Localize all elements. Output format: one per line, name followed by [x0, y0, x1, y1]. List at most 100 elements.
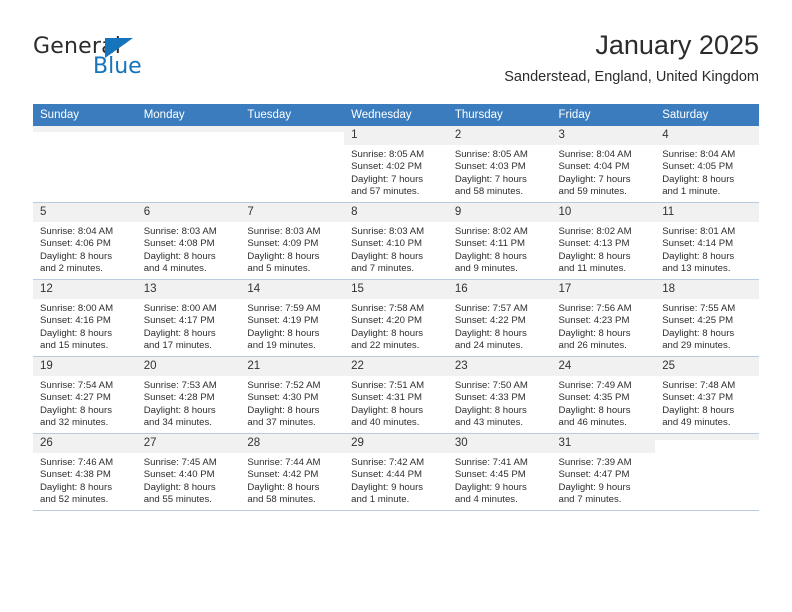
daylight-duration-line1: Daylight: 8 hours: [40, 481, 112, 493]
calendar-day-cell[interactable]: 23 Sunrise: 7:50 AM Sunset: 4:33 PM Dayligh…: [447, 356, 552, 434]
calendar-day-cell[interactable]: 6 Sunrise: 8:03 AM Sunset: 4:08 PM Daylight…: [136, 202, 241, 280]
calendar-day-cell[interactable]: 30 Sunrise: 7:41 AM Sunset: 4:45 PM Dayligh…: [447, 433, 552, 511]
calendar-day-cell[interactable]: 10 Sunrise: 8:02 AM Sunset: 4:13 PM Dayligh…: [551, 202, 656, 280]
sunset-time: Sunset: 4:02 PM: [351, 161, 423, 173]
daylight-duration-line2: and 40 minutes.: [351, 417, 420, 429]
calendar-day-cell[interactable]: 31 Sunrise: 7:39 AM Sunset: 4:47 PM Dayligh…: [551, 433, 656, 511]
weekday-header-tuesday: Tuesday: [240, 104, 345, 126]
day-cell-inner: 24 Sunrise: 7:49 AM Sunset: 4:35 PM Dayligh…: [551, 357, 656, 433]
day-details: Sunrise: 7:46 AM Sunset: 4:38 PM Daylight:…: [33, 453, 137, 507]
day-number: 6: [136, 203, 241, 222]
daylight-duration-line2: and 15 minutes.: [40, 340, 109, 352]
day-details: Sunrise: 7:50 AM Sunset: 4:33 PM Daylight:…: [448, 376, 552, 430]
weekday-header-monday: Monday: [136, 104, 241, 126]
day-cell-inner: 20 Sunrise: 7:53 AM Sunset: 4:28 PM Dayligh…: [136, 357, 241, 433]
calendar-day-cell[interactable]: 11 Sunrise: 8:01 AM Sunset: 4:14 PM Dayligh…: [655, 202, 759, 280]
calendar-day-cell[interactable]: 9 Sunrise: 8:02 AM Sunset: 4:11 PM Daylight…: [447, 202, 552, 280]
calendar-day-cell[interactable]: 3 Sunrise: 8:04 AM Sunset: 4:04 PM Daylight…: [551, 126, 656, 203]
day-cell-inner: 26 Sunrise: 7:46 AM Sunset: 4:38 PM Dayligh…: [33, 434, 137, 510]
logo-text-blue: Blue: [93, 54, 142, 79]
daylight-duration-line1: Daylight: 8 hours: [558, 327, 631, 339]
sunset-time: Sunset: 4:06 PM: [40, 238, 111, 250]
day-details: Sunrise: 8:04 AM Sunset: 4:04 PM Daylight:…: [552, 145, 656, 199]
sunrise-time: Sunrise: 8:00 AM: [40, 303, 114, 314]
weekday-header-friday: Friday: [551, 104, 656, 126]
daylight-duration-line1: Daylight: 8 hours: [454, 404, 527, 416]
daylight-duration-line1: Daylight: 8 hours: [662, 173, 735, 185]
day-details: Sunrise: 7:59 AM Sunset: 4:19 PM Daylight:…: [240, 299, 344, 353]
calendar-day-cell[interactable]: 15 Sunrise: 7:58 AM Sunset: 4:20 PM Dayligh…: [344, 279, 448, 357]
sunset-time: Sunset: 4:23 PM: [558, 315, 630, 327]
sunset-time: Sunset: 4:10 PM: [351, 238, 423, 250]
day-details: Sunrise: 7:49 AM Sunset: 4:35 PM Daylight:…: [552, 376, 656, 430]
calendar-day-cell[interactable]: 19 Sunrise: 7:54 AM Sunset: 4:27 PM Dayligh…: [33, 356, 137, 434]
day-details: Sunrise: 8:03 AM Sunset: 4:10 PM Daylight:…: [344, 222, 448, 276]
calendar-day-cell[interactable]: 20 Sunrise: 7:53 AM Sunset: 4:28 PM Dayligh…: [136, 356, 241, 434]
day-cell-inner: 23 Sunrise: 7:50 AM Sunset: 4:33 PM Dayligh…: [447, 357, 552, 433]
day-cell-inner: 13 Sunrise: 8:00 AM Sunset: 4:17 PM Dayligh…: [136, 280, 241, 356]
calendar-day-cell-empty: [136, 126, 241, 203]
sunrise-time: Sunrise: 8:05 AM: [454, 149, 528, 160]
day-cell-inner: 17 Sunrise: 7:56 AM Sunset: 4:23 PM Dayligh…: [551, 280, 656, 356]
calendar-day-cell[interactable]: 13 Sunrise: 8:00 AM Sunset: 4:17 PM Dayligh…: [136, 279, 241, 357]
calendar-day-cell[interactable]: 26 Sunrise: 7:46 AM Sunset: 4:38 PM Dayligh…: [33, 433, 137, 511]
sunrise-time: Sunrise: 7:41 AM: [454, 457, 528, 468]
daylight-duration-line1: Daylight: 8 hours: [40, 250, 112, 262]
sunset-time: Sunset: 4:13 PM: [558, 238, 630, 250]
day-number: 28: [240, 434, 345, 453]
daylight-duration-line1: Daylight: 8 hours: [558, 250, 631, 262]
calendar-day-cell[interactable]: 29 Sunrise: 7:42 AM Sunset: 4:44 PM Dayligh…: [344, 433, 448, 511]
day-cell-inner: 2 Sunrise: 8:05 AM Sunset: 4:03 PM Daylight…: [447, 126, 552, 202]
calendar-day-cell[interactable]: 21 Sunrise: 7:52 AM Sunset: 4:30 PM Dayligh…: [240, 356, 345, 434]
day-details: Sunrise: 8:04 AM Sunset: 4:06 PM Daylight:…: [33, 222, 137, 276]
daylight-duration-line1: Daylight: 8 hours: [558, 404, 631, 416]
calendar-day-cell[interactable]: 5 Sunrise: 8:04 AM Sunset: 4:06 PM Daylight…: [33, 202, 137, 280]
daylight-duration-line1: Daylight: 8 hours: [143, 250, 216, 262]
day-number: [136, 126, 241, 132]
sunrise-sunset-calendar: Sunday Monday Tuesday Wednesday Thursday…: [33, 104, 759, 511]
sunset-time: Sunset: 4:37 PM: [662, 392, 734, 404]
calendar-day-cell[interactable]: 16 Sunrise: 7:57 AM Sunset: 4:22 PM Dayligh…: [447, 279, 552, 357]
daylight-duration-line2: and 1 minute.: [351, 494, 410, 506]
day-details: Sunrise: 7:53 AM Sunset: 4:28 PM Daylight:…: [137, 376, 241, 430]
calendar-day-cell[interactable]: 22 Sunrise: 7:51 AM Sunset: 4:31 PM Dayligh…: [344, 356, 448, 434]
sunset-time: Sunset: 4:17 PM: [143, 315, 215, 327]
calendar-day-cell[interactable]: 14 Sunrise: 7:59 AM Sunset: 4:19 PM Dayligh…: [240, 279, 345, 357]
day-number: [33, 126, 137, 132]
calendar-day-cell[interactable]: 28 Sunrise: 7:44 AM Sunset: 4:42 PM Dayligh…: [240, 433, 345, 511]
calendar-day-cell[interactable]: 8 Sunrise: 8:03 AM Sunset: 4:10 PM Daylight…: [344, 202, 448, 280]
day-cell-inner: 9 Sunrise: 8:02 AM Sunset: 4:11 PM Daylight…: [447, 203, 552, 279]
calendar-day-cell[interactable]: 2 Sunrise: 8:05 AM Sunset: 4:03 PM Daylight…: [447, 126, 552, 203]
calendar-day-cell[interactable]: 17 Sunrise: 7:56 AM Sunset: 4:23 PM Dayligh…: [551, 279, 656, 357]
calendar-day-cell[interactable]: 1 Sunrise: 8:05 AM Sunset: 4:02 PM Daylight…: [344, 126, 448, 203]
calendar-day-cell[interactable]: 24 Sunrise: 7:49 AM Sunset: 4:35 PM Dayligh…: [551, 356, 656, 434]
sunrise-time: Sunrise: 7:55 AM: [662, 303, 736, 314]
weekday-header-row: Sunday Monday Tuesday Wednesday Thursday…: [33, 104, 759, 126]
general-blue-logo: General Blue: [33, 34, 263, 90]
day-number: 26: [33, 434, 137, 453]
daylight-duration-line2: and 57 minutes.: [351, 186, 420, 198]
day-details: Sunrise: 8:05 AM Sunset: 4:03 PM Daylight:…: [448, 145, 552, 199]
calendar-day-cell[interactable]: 18 Sunrise: 7:55 AM Sunset: 4:25 PM Dayligh…: [655, 279, 759, 357]
calendar-day-cell[interactable]: 4 Sunrise: 8:04 AM Sunset: 4:05 PM Daylight…: [655, 126, 759, 203]
calendar-day-cell[interactable]: 7 Sunrise: 8:03 AM Sunset: 4:09 PM Daylight…: [240, 202, 345, 280]
daylight-duration-line1: Daylight: 8 hours: [351, 404, 424, 416]
sunset-time: Sunset: 4:22 PM: [454, 315, 526, 327]
daylight-duration-line2: and 4 minutes.: [143, 263, 207, 275]
calendar-day-cell[interactable]: 27 Sunrise: 7:45 AM Sunset: 4:40 PM Dayligh…: [136, 433, 241, 511]
calendar-day-cell[interactable]: 12 Sunrise: 8:00 AM Sunset: 4:16 PM Dayligh…: [33, 279, 137, 357]
daylight-duration-line1: Daylight: 8 hours: [40, 327, 112, 339]
sunset-time: Sunset: 4:45 PM: [454, 469, 526, 481]
sunrise-time: Sunrise: 7:44 AM: [247, 457, 321, 468]
sunrise-time: Sunrise: 7:52 AM: [247, 380, 321, 391]
day-cell-inner: [655, 434, 759, 510]
calendar-day-cell-empty: [655, 433, 759, 511]
day-cell-inner: 29 Sunrise: 7:42 AM Sunset: 4:44 PM Dayligh…: [344, 434, 448, 510]
weekday-header-thursday: Thursday: [447, 104, 552, 126]
sunset-time: Sunset: 4:40 PM: [143, 469, 215, 481]
daylight-duration-line1: Daylight: 7 hours: [454, 173, 527, 185]
day-cell-inner: 27 Sunrise: 7:45 AM Sunset: 4:40 PM Dayligh…: [136, 434, 241, 510]
daylight-duration-line2: and 37 minutes.: [247, 417, 316, 429]
calendar-day-cell[interactable]: 25 Sunrise: 7:48 AM Sunset: 4:37 PM Dayligh…: [655, 356, 759, 434]
day-number: 7: [240, 203, 345, 222]
